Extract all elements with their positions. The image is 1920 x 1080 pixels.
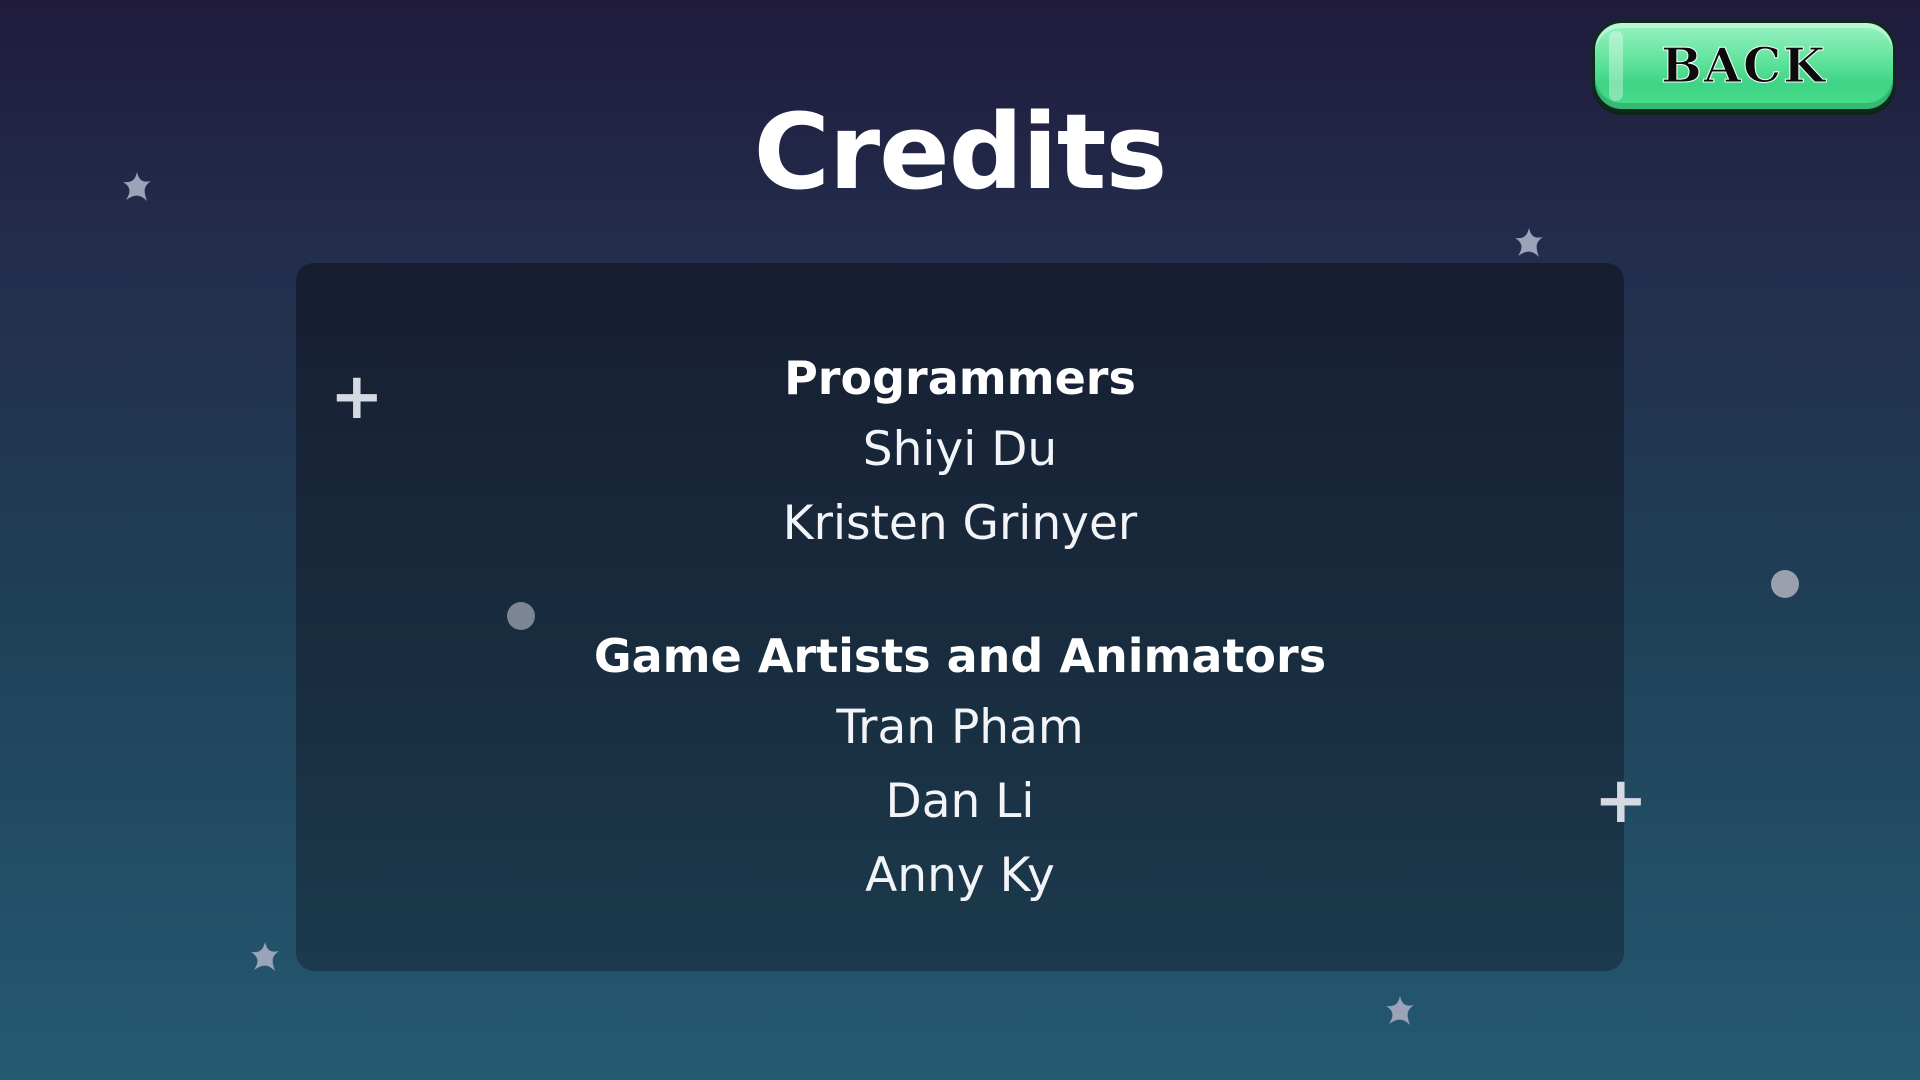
credit-name: Shiyi Du bbox=[862, 422, 1058, 477]
credits-panel: + + Programmers Shiyi Du Kristen Grinyer… bbox=[296, 263, 1648, 971]
credit-name: Kristen Grinyer bbox=[782, 496, 1138, 551]
sparkle-icon bbox=[248, 940, 282, 974]
sparkle-icon bbox=[1512, 226, 1546, 260]
credit-name: Tran Pham bbox=[836, 700, 1084, 755]
dot-icon bbox=[1771, 570, 1799, 598]
sparkle-icon bbox=[1383, 994, 1417, 1028]
credit-name: Dan Li bbox=[885, 774, 1035, 829]
back-button[interactable]: BACK bbox=[1592, 20, 1896, 112]
programmers-section: Programmers Shiyi Du Kristen Grinyer bbox=[296, 343, 1624, 561]
credit-name: Anny Ky bbox=[865, 848, 1055, 903]
artists-section: Game Artists and Animators Tran Pham Dan… bbox=[296, 621, 1624, 913]
page-title: Credits bbox=[753, 91, 1168, 213]
programmers-heading: Programmers bbox=[784, 351, 1136, 405]
artists-heading: Game Artists and Animators bbox=[593, 629, 1327, 683]
back-button-label: BACK bbox=[1661, 38, 1827, 95]
